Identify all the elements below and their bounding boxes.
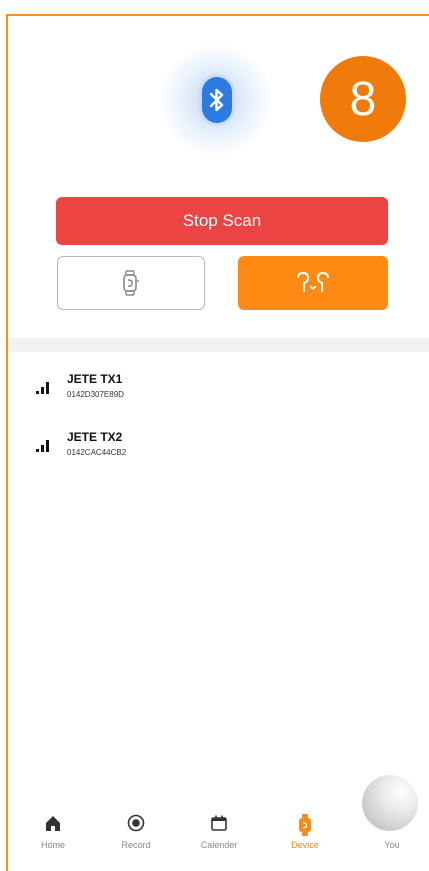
tab-calendar[interactable]: Calender <box>184 800 254 862</box>
watch-filter-button[interactable] <box>57 256 205 310</box>
earbuds-icon <box>297 271 329 292</box>
tab-home-label: Home <box>40 840 65 850</box>
frame-left-border <box>6 14 8 871</box>
watch-icon <box>123 270 139 296</box>
tab-record[interactable]: Record <box>101 800 171 862</box>
device-name: JETE TX1 <box>67 372 123 386</box>
tab-calendar-label: Calender <box>200 840 238 850</box>
tab-home[interactable]: Home <box>18 800 88 862</box>
floating-action-button[interactable] <box>362 775 418 831</box>
signal-icon <box>36 440 49 452</box>
device-count-badge: 8 <box>320 56 406 142</box>
tab-device-label: Device <box>291 840 319 850</box>
earbuds-filter-button[interactable] <box>238 256 388 310</box>
stop-scan-button[interactable]: Stop Scan <box>56 197 388 245</box>
tab-you-label: You <box>384 840 400 850</box>
frame-top-border <box>6 14 429 16</box>
tab-record-label: Record <box>121 840 151 850</box>
home-icon <box>46 816 60 831</box>
device-list-item[interactable]: JETE TX2 0142CAC44CB2 <box>36 430 396 470</box>
calendar-icon <box>211 815 227 831</box>
record-icon <box>127 814 145 832</box>
bluetooth-icon <box>202 77 232 123</box>
device-address: 0142D307E89D <box>67 390 124 399</box>
device-list-item[interactable]: JETE TX1 0142D307E89D <box>36 372 396 412</box>
signal-icon <box>36 382 49 394</box>
tab-device[interactable]: Device <box>270 800 340 862</box>
device-name: JETE TX2 <box>67 430 123 444</box>
device-address: 0142CAC44CB2 <box>67 448 127 457</box>
section-separator <box>8 338 429 352</box>
device-icon <box>299 814 311 836</box>
